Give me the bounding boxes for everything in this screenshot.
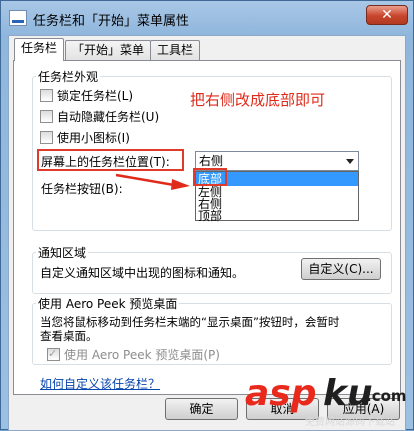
annotation-box-bottom-option bbox=[193, 168, 227, 186]
dialog-client: 任务栏 「开始」菜单 工具栏 任务栏外观 锁定任务栏(L) 自动隐藏任务栏(U)… bbox=[8, 35, 406, 431]
lock-taskbar-option[interactable]: 锁定任务栏(L) bbox=[40, 88, 133, 104]
taskbar-tab-panel: 任务栏外观 锁定任务栏(L) 自动隐藏任务栏(U) 使用小图标(I) 把右侧改成… bbox=[13, 60, 401, 395]
position-label: 屏幕上的任务栏位置(T): bbox=[41, 155, 170, 169]
small-icons-checkbox[interactable] bbox=[40, 131, 53, 144]
watermark-tagline: 免费网站源码下载站 bbox=[305, 417, 395, 428]
taskbar-buttons-label: 任务栏按钮(B): bbox=[41, 182, 123, 196]
tab-start-menu[interactable]: 「开始」菜单 bbox=[65, 40, 152, 60]
position-select-value: 右侧 bbox=[199, 154, 224, 168]
aero-peek-checkbox[interactable] bbox=[47, 346, 60, 362]
lock-taskbar-label: 锁定任务栏(L) bbox=[57, 89, 134, 103]
aero-peek-legend: 使用 Aero Peek 预览桌面 bbox=[36, 295, 180, 312]
window-title: 任务栏和「开始」菜单属性 bbox=[33, 14, 190, 29]
tab-toolbars[interactable]: 工具栏 bbox=[150, 40, 201, 60]
taskbar-icon bbox=[9, 10, 27, 26]
auto-hide-label: 自动隐藏任务栏(U) bbox=[57, 110, 160, 124]
annotation-arrow bbox=[115, 173, 190, 190]
customize-button[interactable]: 自定义(C)... bbox=[301, 258, 381, 280]
close-button[interactable]: ✕ bbox=[366, 5, 408, 25]
help-link[interactable]: 如何自定义该任务栏？ bbox=[40, 375, 160, 392]
watermark-brand: asp bbox=[245, 373, 317, 414]
properties-window: 任务栏和「开始」菜单属性 ✕ 任务栏 「开始」菜单 工具栏 任务栏外观 锁定任务… bbox=[0, 0, 414, 431]
lock-taskbar-checkbox[interactable] bbox=[40, 89, 53, 102]
aero-peek-label: 使用 Aero Peek 预览桌面(P) bbox=[64, 348, 220, 362]
annotation-text: 把右侧改成底部即可 bbox=[190, 91, 326, 109]
chevron-down-icon bbox=[346, 159, 354, 164]
title-bar[interactable]: 任务栏和「开始」菜单属性 ✕ bbox=[1, 1, 413, 35]
position-option-top[interactable]: 顶部 bbox=[196, 210, 358, 222]
ok-button[interactable]: 确定 bbox=[165, 398, 238, 420]
watermark-logo: asp ku .com 免费网站源码下载站 bbox=[245, 373, 413, 429]
auto-hide-checkbox[interactable] bbox=[40, 110, 53, 123]
auto-hide-option[interactable]: 自动隐藏任务栏(U) bbox=[40, 109, 159, 125]
appearance-legend: 任务栏外观 bbox=[36, 68, 101, 85]
notification-description: 自定义通知区域中出现的图标和通知。 bbox=[40, 266, 245, 280]
aero-peek-description-line2: 查看桌面。 bbox=[40, 329, 98, 343]
watermark-domain: .com bbox=[366, 387, 407, 405]
small-icons-label: 使用小图标(I) bbox=[57, 131, 130, 145]
aero-peek-option[interactable]: 使用 Aero Peek 预览桌面(P) bbox=[47, 346, 220, 363]
notification-legend: 通知区域 bbox=[36, 244, 89, 261]
small-icons-option[interactable]: 使用小图标(I) bbox=[40, 130, 130, 146]
tab-taskbar[interactable]: 任务栏 bbox=[14, 38, 65, 61]
